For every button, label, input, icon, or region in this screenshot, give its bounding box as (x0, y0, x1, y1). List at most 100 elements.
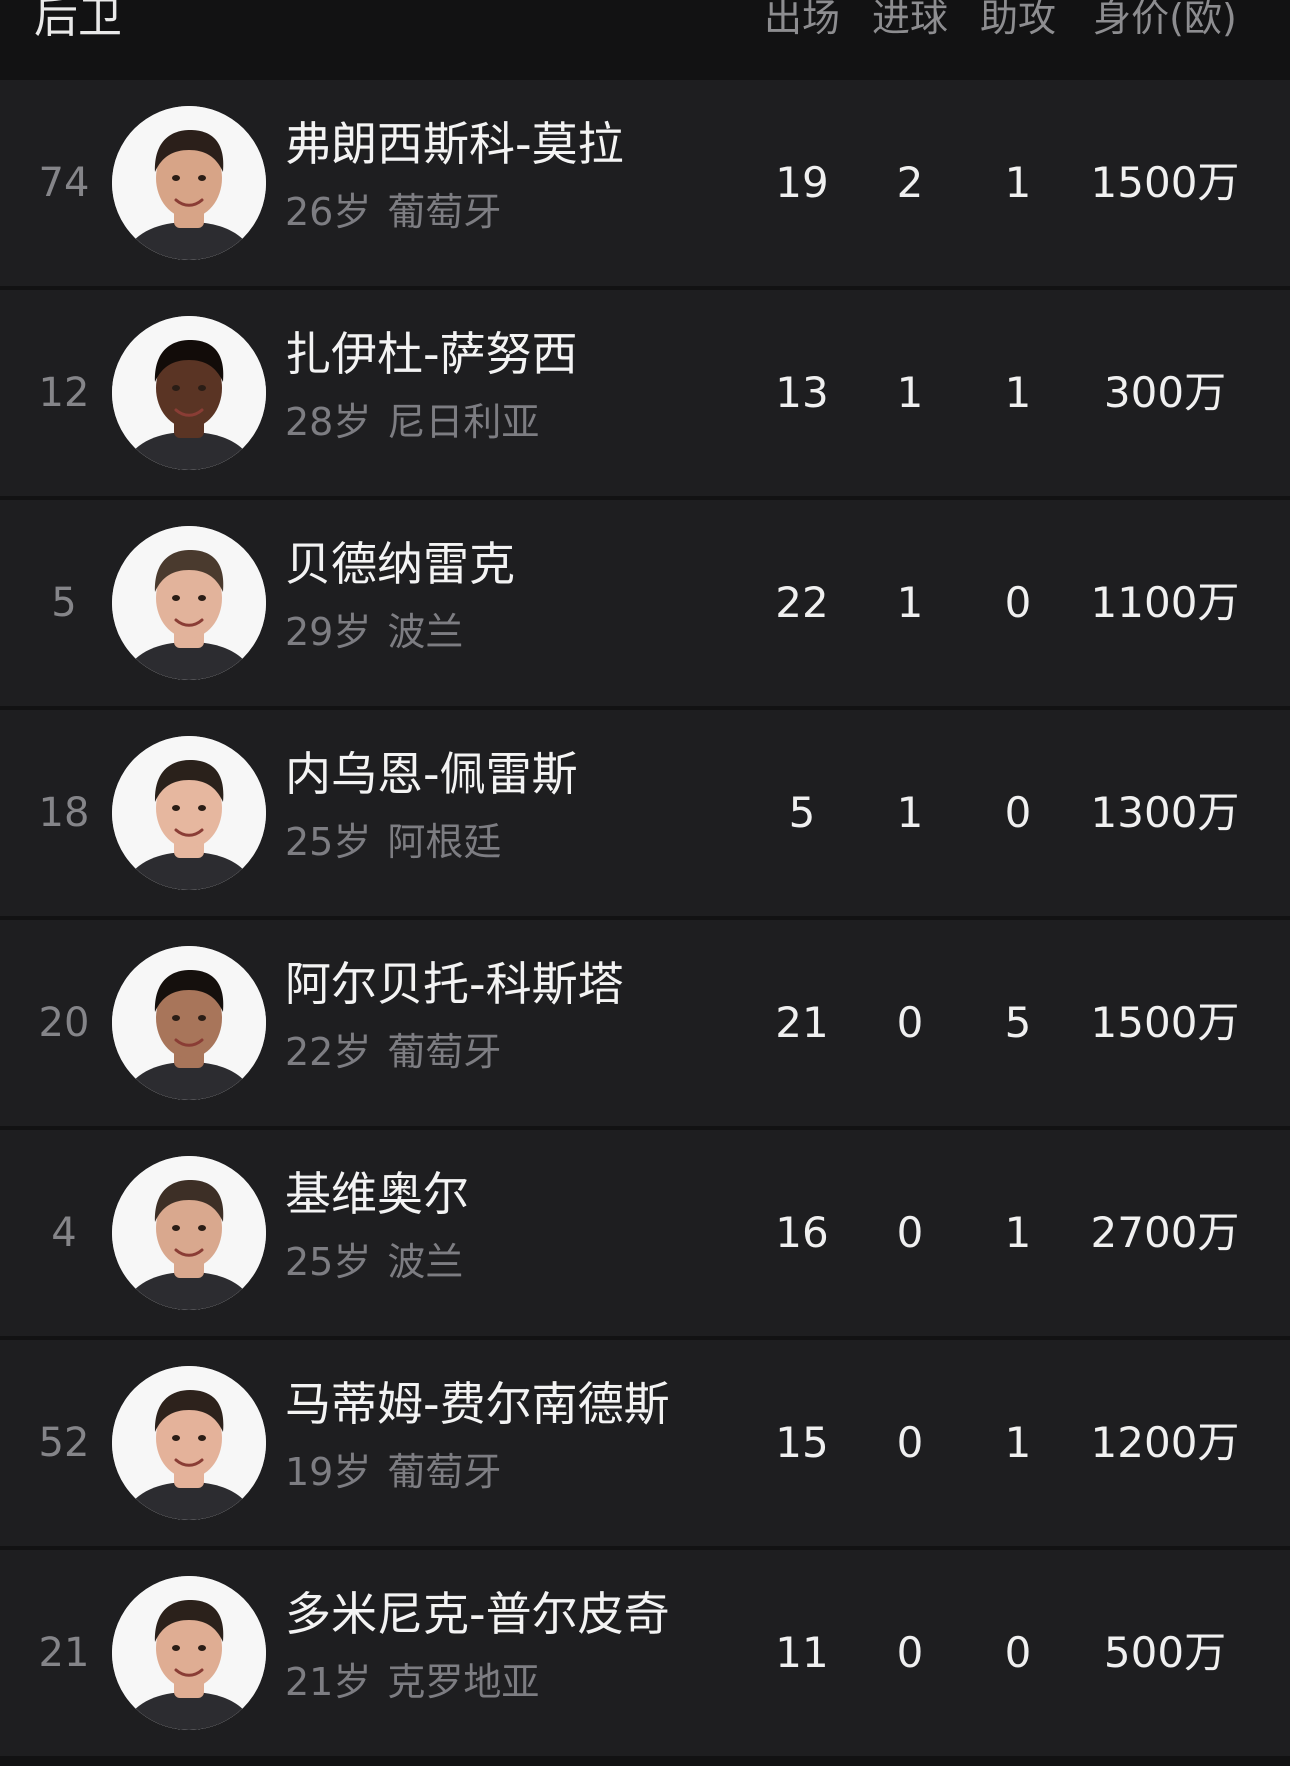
stat-market-value: 1500万 (1090, 158, 1240, 207)
stat-appearances: 22 (775, 578, 829, 627)
player-age: 25岁 (285, 1240, 372, 1284)
player-row[interactable]: 52 马蒂姆-费尔南德斯 19岁 葡萄牙 15 0 1 1200万 (0, 1340, 1290, 1550)
player-name: 基维奥尔 (285, 1167, 469, 1221)
player-row[interactable]: 20 阿尔贝托-科斯塔 22岁 葡萄牙 21 0 5 1500万 (0, 920, 1290, 1130)
player-photo-icon (112, 946, 266, 1100)
stat-market-value: 1200万 (1090, 1418, 1240, 1467)
stat-market-value: 1300万 (1090, 788, 1240, 837)
column-header-goals[interactable]: 进球 (860, 0, 960, 50)
stat-assists: 5 (1004, 998, 1032, 1047)
stat-market-value: 300万 (1103, 368, 1227, 417)
player-photo-icon (112, 316, 266, 470)
player-avatar[interactable] (112, 526, 266, 680)
player-row[interactable]: 4 基维奥尔 25岁 波兰 16 0 1 2700万 (0, 1130, 1290, 1340)
stat-assists: 1 (1004, 1208, 1032, 1257)
stat-goals: 2 (896, 158, 924, 207)
stat-goals: 0 (896, 1208, 924, 1257)
player-meta: 26岁 葡萄牙 (285, 186, 501, 238)
player-meta: 28岁 尼日利亚 (285, 396, 539, 448)
player-meta: 19岁 葡萄牙 (285, 1446, 501, 1498)
shirt-number: 12 (38, 370, 90, 416)
player-nationality: 葡萄牙 (387, 1030, 502, 1074)
player-meta: 29岁 波兰 (285, 606, 463, 658)
stat-assists: 1 (1004, 1418, 1032, 1467)
shirt-number: 52 (38, 1420, 90, 1466)
player-age: 25岁 (285, 820, 372, 864)
column-header-assists[interactable]: 助攻 (968, 0, 1068, 50)
stat-goals: 0 (896, 998, 924, 1047)
player-age: 29岁 (285, 610, 372, 654)
player-name: 马蒂姆-费尔南德斯 (285, 1377, 670, 1431)
player-row[interactable]: 18 内乌恩-佩雷斯 25岁 阿根廷 5 1 0 1300万 (0, 710, 1290, 920)
player-photo-icon (112, 106, 266, 260)
shirt-number: 74 (38, 160, 90, 206)
player-age: 19岁 (285, 1450, 372, 1494)
stat-market-value: 500万 (1103, 1628, 1227, 1677)
shirt-number: 20 (38, 1000, 90, 1046)
table-header: 后卫 出场 进球 助攻 身价(欧) (0, 0, 1290, 80)
player-nationality: 波兰 (387, 610, 464, 654)
player-nationality: 克罗地亚 (387, 1660, 540, 1704)
player-photo-icon (112, 736, 266, 890)
player-name: 内乌恩-佩雷斯 (285, 747, 578, 801)
stat-appearances: 5 (788, 788, 816, 837)
player-name: 阿尔贝托-科斯塔 (285, 957, 624, 1011)
stat-appearances: 11 (775, 1628, 829, 1677)
player-nationality: 葡萄牙 (387, 1450, 502, 1494)
player-avatar[interactable] (112, 106, 266, 260)
stat-assists: 0 (1004, 578, 1032, 627)
player-name: 扎伊杜-萨努西 (285, 327, 578, 381)
player-avatar[interactable] (112, 1576, 266, 1730)
player-meta: 22岁 葡萄牙 (285, 1026, 501, 1078)
player-avatar[interactable] (112, 1366, 266, 1520)
player-nationality: 尼日利亚 (387, 400, 540, 444)
player-nationality: 波兰 (387, 1240, 464, 1284)
stat-appearances: 19 (775, 158, 829, 207)
player-meta: 25岁 波兰 (285, 1236, 463, 1288)
player-photo-icon (112, 526, 266, 680)
player-row[interactable]: 12 扎伊杜-萨努西 28岁 尼日利亚 13 1 1 300万 (0, 290, 1290, 500)
stat-appearances: 13 (775, 368, 829, 417)
player-avatar[interactable] (112, 946, 266, 1100)
shirt-number: 18 (38, 790, 90, 836)
stat-goals: 0 (896, 1628, 924, 1677)
stat-goals: 1 (896, 788, 924, 837)
column-header-value[interactable]: 身价(欧) (1060, 0, 1270, 50)
stat-appearances: 21 (775, 998, 829, 1047)
player-avatar[interactable] (112, 316, 266, 470)
stat-market-value: 2700万 (1090, 1208, 1240, 1257)
player-name: 多米尼克-普尔皮奇 (285, 1587, 670, 1641)
stat-assists: 1 (1004, 368, 1032, 417)
player-nationality: 阿根廷 (387, 820, 502, 864)
stat-market-value: 1500万 (1090, 998, 1240, 1047)
player-photo-icon (112, 1366, 266, 1520)
player-meta: 21岁 克罗地亚 (285, 1656, 539, 1708)
player-nationality: 葡萄牙 (387, 190, 502, 234)
shirt-number: 4 (51, 1210, 77, 1256)
stat-appearances: 15 (775, 1418, 829, 1467)
column-header-apps[interactable]: 出场 (752, 0, 852, 50)
player-row[interactable]: 5 贝德纳雷克 29岁 波兰 22 1 0 1100万 (0, 500, 1290, 710)
player-photo-icon (112, 1576, 266, 1730)
stat-assists: 1 (1004, 158, 1032, 207)
shirt-number: 21 (38, 1630, 90, 1676)
player-meta: 25岁 阿根廷 (285, 816, 501, 868)
player-age: 28岁 (285, 400, 372, 444)
stat-goals: 0 (896, 1418, 924, 1467)
player-avatar[interactable] (112, 1156, 266, 1310)
player-photo-icon (112, 1156, 266, 1310)
stat-assists: 0 (1004, 1628, 1032, 1677)
stat-appearances: 16 (775, 1208, 829, 1257)
player-row[interactable]: 21 多米尼克-普尔皮奇 21岁 克罗地亚 11 0 0 500万 (0, 1550, 1290, 1760)
player-age: 26岁 (285, 190, 372, 234)
player-name: 弗朗西斯科-莫拉 (285, 117, 624, 171)
player-name: 贝德纳雷克 (285, 537, 515, 591)
player-age: 22岁 (285, 1030, 372, 1074)
player-age: 21岁 (285, 1660, 372, 1704)
player-row[interactable]: 74 弗朗西斯科-莫拉 26岁 葡萄牙 19 2 1 1500万 (0, 80, 1290, 290)
stat-market-value: 1100万 (1090, 578, 1240, 627)
section-title: 后卫 (34, 0, 122, 43)
player-list: 74 弗朗西斯科-莫拉 26岁 葡萄牙 19 2 1 1500万 12 扎伊杜-… (0, 80, 1290, 1760)
player-avatar[interactable] (112, 736, 266, 890)
stat-assists: 0 (1004, 788, 1032, 837)
